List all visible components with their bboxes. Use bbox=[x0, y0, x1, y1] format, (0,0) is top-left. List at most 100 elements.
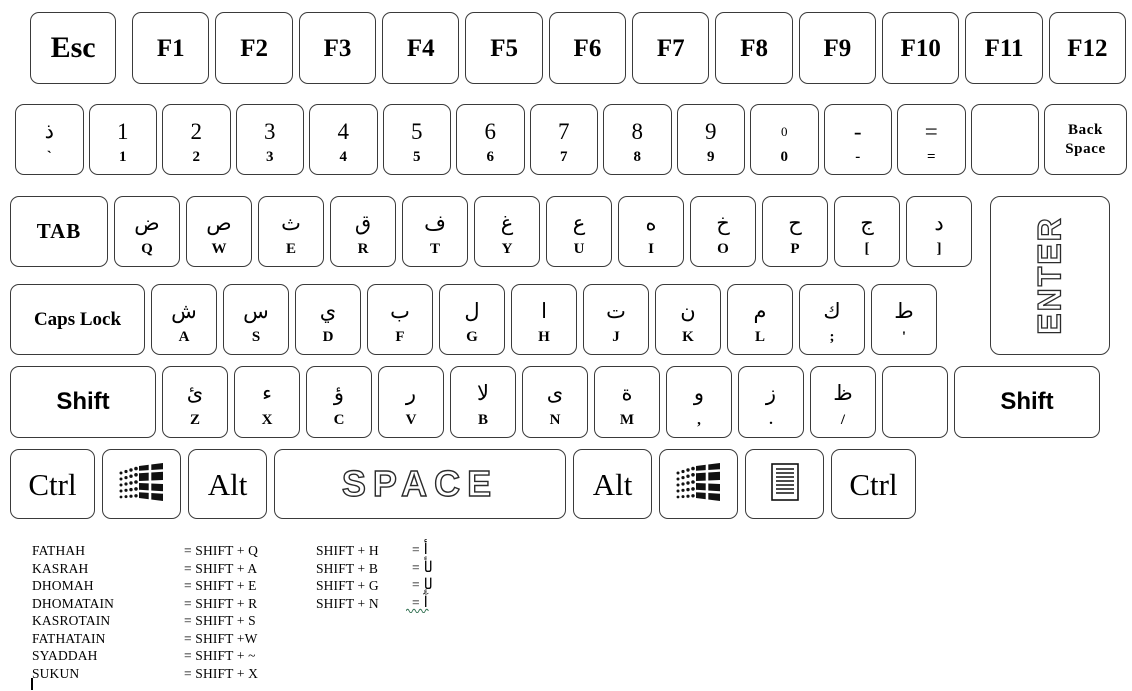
key-windows-left[interactable] bbox=[102, 449, 181, 519]
key-c[interactable]: ؤC bbox=[306, 366, 372, 438]
key-f7[interactable]: F7 bbox=[632, 12, 710, 84]
key-f4[interactable]: F4 bbox=[382, 12, 460, 84]
key-ctrl-left[interactable]: Ctrl bbox=[10, 449, 95, 519]
key-f12[interactable]: F12 bbox=[1048, 12, 1127, 84]
key-i[interactable]: هI bbox=[618, 196, 684, 267]
key-shift-left[interactable]: Shift bbox=[10, 366, 156, 438]
key-s[interactable]: سS bbox=[223, 284, 289, 355]
key-ctrl-right[interactable]: Ctrl bbox=[831, 449, 916, 519]
key-v[interactable]: رV bbox=[378, 366, 444, 438]
key-h[interactable]: اH bbox=[511, 284, 577, 355]
key-4[interactable]: 44 bbox=[309, 104, 378, 175]
key-f3[interactable]: F3 bbox=[298, 12, 377, 84]
key-f1[interactable]: F1 bbox=[132, 12, 210, 84]
key-backspace-line1: Back bbox=[1068, 122, 1103, 139]
key-minus[interactable]: -- bbox=[823, 104, 892, 175]
key-l-arabic: م bbox=[753, 298, 767, 323]
key-period[interactable]: ز. bbox=[738, 366, 804, 438]
key-n-legends: ىN bbox=[523, 367, 587, 437]
key-9[interactable]: 99 bbox=[676, 104, 745, 175]
key-g[interactable]: لG bbox=[439, 284, 505, 355]
key-p[interactable]: حP bbox=[762, 196, 828, 267]
key-3[interactable]: 33 bbox=[235, 104, 304, 175]
key-k[interactable]: نK bbox=[655, 284, 721, 355]
key-s-latin: S bbox=[251, 329, 261, 345]
key-bracketleft-legends: ج[ bbox=[835, 197, 899, 266]
key-f11[interactable]: F11 bbox=[965, 12, 1043, 84]
key-space-label: SPACE bbox=[341, 463, 499, 504]
key-caps-lock[interactable]: Caps Lock bbox=[10, 284, 145, 355]
key-caps-lock-label: Caps Lock bbox=[33, 309, 122, 330]
key-2[interactable]: 22 bbox=[162, 104, 231, 175]
key-q[interactable]: ضQ bbox=[114, 196, 180, 267]
key-l[interactable]: مL bbox=[727, 284, 793, 355]
key-alt-right[interactable]: Alt bbox=[573, 449, 652, 519]
key-7[interactable]: 77 bbox=[529, 104, 598, 175]
key-f5-label: F5 bbox=[490, 34, 518, 62]
key-m-arabic: ة bbox=[621, 381, 633, 405]
key-blank-numrow[interactable] bbox=[970, 104, 1039, 175]
legend-equals: = bbox=[412, 542, 420, 558]
key-9-latin: 9 bbox=[707, 149, 715, 165]
key-alt-left[interactable]: Alt bbox=[188, 449, 267, 519]
key-bracketleft[interactable]: ج[ bbox=[834, 196, 900, 267]
key-equal-legends: = = bbox=[898, 105, 965, 174]
key-y[interactable]: غY bbox=[474, 196, 540, 267]
key-quote-latin: ' bbox=[901, 329, 907, 345]
key-space[interactable]: SPACE bbox=[274, 449, 566, 519]
key-f-latin: F bbox=[395, 329, 405, 345]
key-f2[interactable]: F2 bbox=[215, 12, 293, 84]
key-equal[interactable]: = = bbox=[897, 104, 966, 175]
key-slash[interactable]: ظ / bbox=[810, 366, 876, 438]
key-f9[interactable]: F9 bbox=[798, 12, 877, 84]
key-menu[interactable] bbox=[745, 449, 824, 519]
key-f10[interactable]: F10 bbox=[882, 12, 960, 84]
key-f8[interactable]: F8 bbox=[715, 12, 793, 84]
key-n[interactable]: ىN bbox=[522, 366, 588, 438]
key-backspace-line2: Space bbox=[1065, 140, 1106, 157]
key-f6[interactable]: F6 bbox=[548, 12, 627, 84]
key-f12-label: F12 bbox=[1067, 34, 1108, 62]
key-windows-right[interactable] bbox=[659, 449, 738, 519]
key-blank-shiftrow[interactable] bbox=[882, 366, 948, 438]
key-f[interactable]: بF bbox=[367, 284, 433, 355]
key-9-arabic: 9 bbox=[705, 118, 717, 144]
key-a[interactable]: شA bbox=[151, 284, 217, 355]
key-equal-arabic: = bbox=[924, 118, 938, 144]
key-y-legends: غY bbox=[475, 197, 539, 266]
key-d-arabic: ي bbox=[319, 298, 337, 323]
key-u[interactable]: عU bbox=[546, 196, 612, 267]
key-8[interactable]: 88 bbox=[603, 104, 672, 175]
key-bracketright[interactable]: د] bbox=[906, 196, 972, 267]
key-enter[interactable]: ENTER bbox=[990, 196, 1110, 355]
key-comma[interactable]: و, bbox=[666, 366, 732, 438]
key-backspace[interactable]: Back Space bbox=[1044, 104, 1127, 175]
key-z[interactable]: ئZ bbox=[162, 366, 228, 438]
key-comma-legends: و, bbox=[667, 367, 731, 437]
key-semicolon[interactable]: ك; bbox=[799, 284, 865, 355]
key-tab[interactable]: TAB bbox=[10, 196, 108, 267]
key-quote[interactable]: ط ' bbox=[871, 284, 937, 355]
key-f1-label: F1 bbox=[156, 34, 185, 62]
key-0[interactable]: 00 bbox=[750, 104, 819, 175]
key-w[interactable]: صW bbox=[186, 196, 252, 267]
key-o[interactable]: خO bbox=[690, 196, 756, 267]
key-5[interactable]: 55 bbox=[382, 104, 451, 175]
key-m[interactable]: ةM bbox=[594, 366, 660, 438]
key-d[interactable]: يD bbox=[295, 284, 361, 355]
key-esc[interactable]: Esc bbox=[30, 12, 117, 84]
key-shift-right[interactable]: Shift bbox=[954, 366, 1100, 438]
key-j-legends: تJ bbox=[584, 285, 648, 354]
key-b[interactable]: لا B bbox=[450, 366, 516, 438]
key-r[interactable]: قR bbox=[330, 196, 396, 267]
key-m-latin: M bbox=[619, 412, 635, 428]
key-e[interactable]: ثE bbox=[258, 196, 324, 267]
legend-name: SHIFT + H bbox=[316, 543, 379, 558]
key-j[interactable]: تJ bbox=[583, 284, 649, 355]
key-f5[interactable]: F5 bbox=[465, 12, 543, 84]
key-t[interactable]: فT bbox=[402, 196, 468, 267]
key-1[interactable]: 11 bbox=[88, 104, 157, 175]
key-6[interactable]: 66 bbox=[456, 104, 525, 175]
key-x[interactable]: ءX bbox=[234, 366, 300, 438]
key-grave[interactable]: ذ ` bbox=[15, 104, 84, 175]
